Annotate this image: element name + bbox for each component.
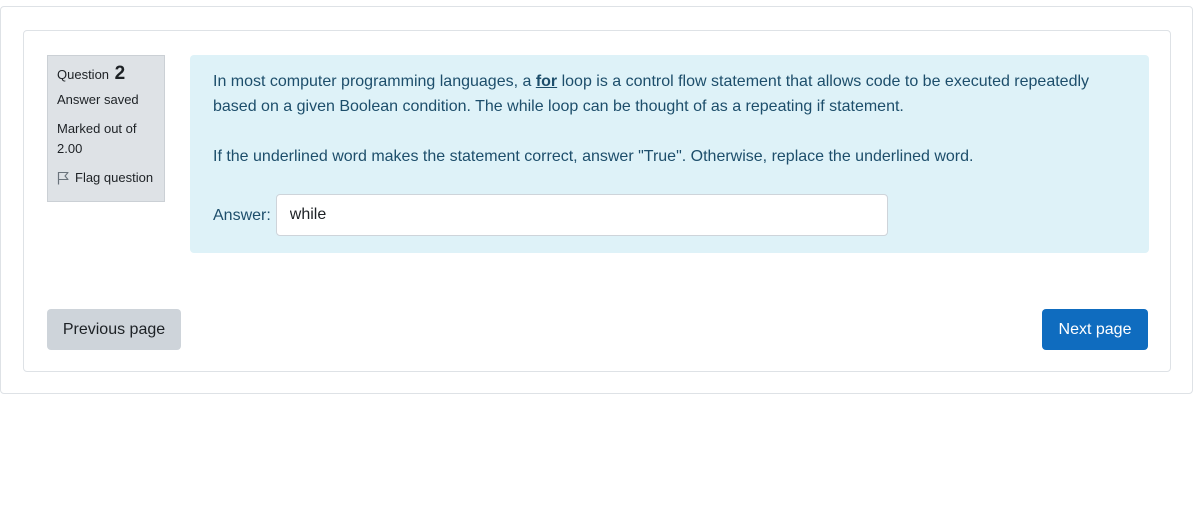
question-statement: In most computer programming languages, … xyxy=(213,69,1126,119)
question-info-panel: Question 2 Answer saved Marked out of 2.… xyxy=(47,55,165,202)
question-grade: Marked out of 2.00 xyxy=(57,121,137,156)
answer-label: Answer: xyxy=(213,206,271,224)
answer-row: Answer: xyxy=(213,194,1126,236)
question-card: Question 2 Answer saved Marked out of 2.… xyxy=(23,30,1171,372)
underlined-word: for xyxy=(535,73,558,90)
question-text: In most computer programming languages, … xyxy=(213,69,1126,169)
flag-icon xyxy=(57,171,70,185)
question-text-before: In most computer programming languages, … xyxy=(213,73,536,90)
flag-question-link[interactable]: Flag question xyxy=(57,169,155,187)
question-instruction: If the underlined word makes the stateme… xyxy=(213,148,974,165)
page-container: Question 2 Answer saved Marked out of 2.… xyxy=(0,6,1193,394)
question-state: Answer saved xyxy=(57,92,139,107)
next-page-button[interactable]: Next page xyxy=(1042,309,1148,350)
flag-question-label: Flag question xyxy=(75,170,154,185)
question-number-value: 2 xyxy=(114,63,126,84)
question-formulation: In most computer programming languages, … xyxy=(190,55,1149,253)
answer-input[interactable] xyxy=(275,194,888,236)
question-label: Question xyxy=(57,67,110,82)
previous-page-button[interactable]: Previous page xyxy=(47,309,181,350)
question-number: Question 2 xyxy=(57,62,155,87)
